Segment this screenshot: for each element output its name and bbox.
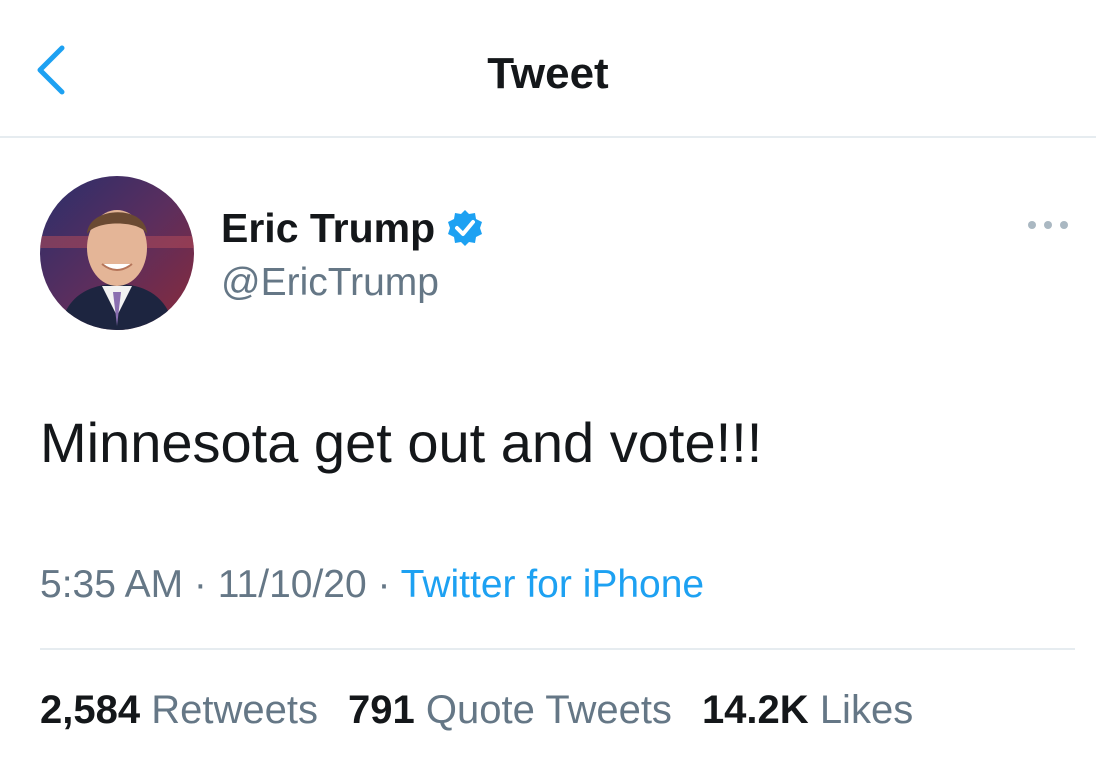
tweet-text: Minnesota get out and vote!!! [40, 411, 763, 474]
avatar[interactable] [40, 176, 194, 330]
tweet-date: 11/10/20 [217, 563, 367, 606]
author-display-name: Eric Trump [221, 205, 436, 251]
retweets-label: Retweets [151, 688, 318, 732]
tweet-stats: 2,584 Retweets 791 Quote Tweets 14.2K Li… [40, 686, 913, 734]
retweets-stat[interactable]: 2,584 Retweets [40, 686, 318, 734]
meta-separator: · [183, 563, 218, 606]
likes-count: 14.2K [701, 688, 809, 732]
retweets-count: 2,584 [40, 688, 141, 732]
page-title: Tweet [487, 49, 609, 98]
tweet-time: 5:35 AM [40, 563, 184, 606]
quote-tweets-stat[interactable]: 791 Quote Tweets [348, 686, 672, 734]
more-options-icon[interactable] [1022, 210, 1074, 240]
meta-separator: · [366, 563, 401, 606]
likes-label: Likes [819, 688, 914, 732]
quote-tweets-count: 791 [347, 688, 415, 732]
quote-tweets-label: Quote Tweets [425, 688, 672, 732]
author-handle[interactable]: @EricTrump [221, 260, 439, 306]
verified-badge-icon [448, 210, 483, 246]
divider [40, 648, 1075, 650]
likes-stat[interactable]: 14.2K Likes [702, 686, 913, 734]
author-name-row[interactable]: Eric Trump [221, 204, 485, 252]
tweet-metadata: 5:35 AM · 11/10/20 · Twitter for iPhone [40, 562, 704, 608]
tweet-source-link[interactable]: Twitter for iPhone [401, 563, 704, 606]
top-nav-bar: Tweet [0, 0, 1096, 138]
